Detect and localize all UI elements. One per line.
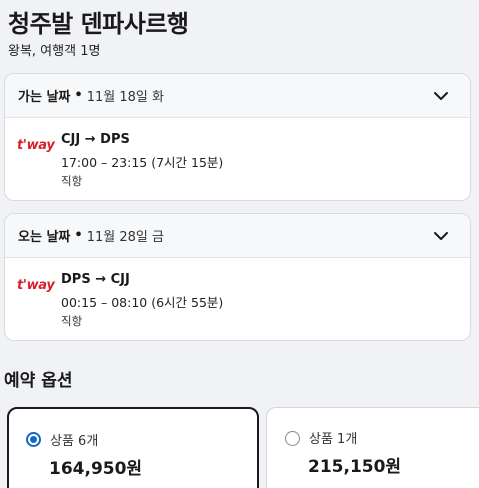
tway-logo: t'way	[17, 278, 55, 293]
outbound-flight-details: t'way CJJ → DPS 17:00 – 23:15 (7시간 15분) …	[5, 118, 470, 200]
chevron-down-icon[interactable]	[432, 87, 450, 105]
return-route: DPS → CJJ	[61, 272, 130, 287]
outbound-stops: 직항	[61, 174, 83, 188]
page-title: 청주발 덴파사르행	[8, 10, 189, 38]
separator-bullet: •	[74, 228, 83, 243]
chevron-down-icon[interactable]	[432, 227, 450, 245]
outbound-route: CJJ → DPS	[61, 132, 130, 147]
return-flight-details: t'way DPS → CJJ 00:15 – 08:10 (6시간 55분) …	[5, 258, 470, 340]
option-label: 상품 1개	[309, 432, 358, 447]
outbound-times: 17:00 – 23:15 (7시간 15분)	[61, 155, 224, 170]
booking-option-2[interactable]: 상품 1개 215,150원	[266, 407, 479, 488]
booking-options-title: 예약 옵션	[4, 371, 73, 391]
return-direction-label: 오는 날짜	[18, 230, 71, 245]
radio-selected-icon[interactable]	[26, 432, 41, 447]
outbound-flight-header[interactable]: 가는 날짜 • 11월 18일 화	[5, 74, 470, 118]
option-price: 215,150원	[308, 457, 402, 477]
return-times: 00:15 – 08:10 (6시간 55분)	[61, 295, 224, 310]
outbound-direction-label: 가는 날짜	[18, 90, 71, 105]
tway-logo: t'way	[17, 138, 55, 153]
return-date: 11월 28일 금	[86, 230, 164, 245]
outbound-flight-card: 가는 날짜 • 11월 18일 화 t'way CJJ → DPS 17:00 …	[4, 73, 471, 201]
separator-bullet: •	[74, 88, 83, 103]
booking-option-1[interactable]: 상품 6개 164,950원	[7, 407, 259, 488]
outbound-date: 11월 18일 화	[86, 90, 164, 105]
page-subtitle: 왕복, 여행객 1명	[8, 44, 101, 59]
return-stops: 직항	[61, 314, 83, 328]
option-label: 상품 6개	[50, 434, 99, 449]
return-flight-header[interactable]: 오는 날짜 • 11월 28일 금	[5, 214, 470, 258]
option-price: 164,950원	[49, 459, 143, 479]
return-flight-card: 오는 날짜 • 11월 28일 금 t'way DPS → CJJ 00:15 …	[4, 213, 471, 341]
radio-unselected-icon[interactable]	[285, 431, 300, 446]
